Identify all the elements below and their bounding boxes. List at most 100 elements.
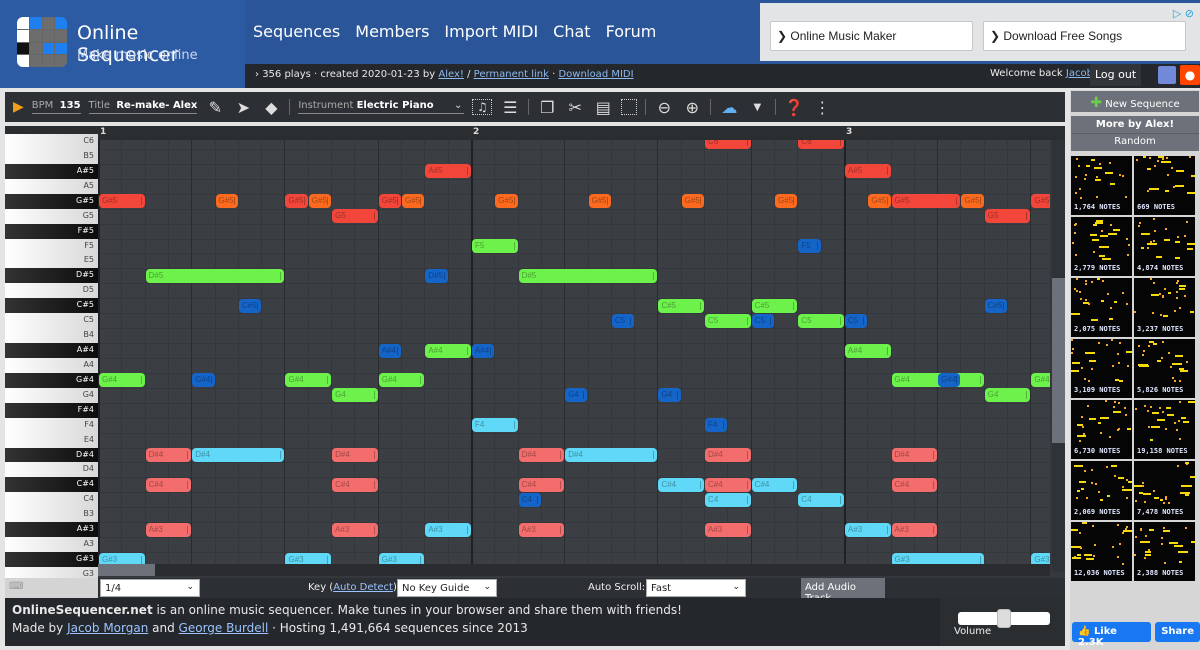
note[interactable]: G#4 (285, 373, 332, 388)
random-button[interactable]: Random (1071, 134, 1199, 151)
note[interactable]: A#4 (471, 343, 495, 358)
discord-icon[interactable] (1158, 66, 1176, 84)
note[interactable]: F4 (705, 418, 728, 433)
piano-key[interactable]: D5 (5, 283, 98, 299)
dropdown-arrow-icon[interactable]: ▼ (747, 102, 767, 113)
note[interactable]: G#5 (681, 194, 705, 209)
author-jacob-link[interactable]: Jacob Morgan (67, 621, 148, 635)
note[interactable]: G#5 (308, 194, 332, 209)
nav-sequences[interactable]: Sequences (253, 22, 340, 41)
piano-key[interactable]: D#5 (5, 268, 98, 284)
sequence-thumbnail[interactable]: 5,826 NOTES (1134, 339, 1195, 398)
note[interactable]: D#5 (145, 268, 285, 283)
facebook-like-button[interactable]: 👍 Like 2.3K (1072, 622, 1152, 648)
note[interactable]: G5 (984, 209, 1031, 224)
piano-key[interactable]: A#4 (5, 343, 98, 359)
note[interactable]: A#5 (844, 164, 891, 179)
note[interactable]: A#3 (844, 522, 891, 537)
sequence-thumbnail[interactable]: 3,237 NOTES (1134, 278, 1195, 337)
sequence-thumbnail[interactable]: 7,478 NOTES (1134, 461, 1195, 520)
reddit-icon[interactable]: ● (1180, 65, 1200, 85)
note[interactable]: G#5 (402, 194, 425, 209)
note[interactable]: A#3 (518, 522, 565, 537)
note[interactable]: G4 (565, 388, 588, 403)
sequence-thumbnail[interactable]: 669 NOTES (1134, 156, 1195, 215)
logout-button[interactable]: Log out (1090, 64, 1142, 86)
piano-key[interactable]: E4 (5, 432, 98, 449)
sequence-thumbnail[interactable]: 1,764 NOTES (1071, 156, 1132, 215)
piano-key[interactable]: G#5 (5, 193, 98, 210)
note[interactable]: A#3 (425, 522, 471, 537)
note[interactable]: C4 (798, 492, 844, 507)
piano-key[interactable]: A4 (5, 357, 98, 374)
piano-key[interactable]: C#4 (5, 477, 98, 493)
piano-key[interactable]: A5 (5, 178, 98, 195)
sequence-thumbnail[interactable]: 2,069 NOTES (1071, 461, 1132, 520)
note[interactable]: D#4 (565, 448, 658, 463)
vertical-scrollbar[interactable] (1052, 140, 1065, 572)
paste-icon[interactable]: ▤ (593, 98, 613, 117)
key-guide-select[interactable]: No Key Guide ⌄ (397, 579, 497, 597)
bpm-field[interactable]: BPM 135 (31, 100, 81, 114)
ad-download-free-songs[interactable]: ❯ Download Free Songs (983, 21, 1186, 51)
nav-members[interactable]: Members (355, 22, 429, 41)
author-link[interactable]: Alex! (438, 69, 464, 80)
author-george-link[interactable]: George Burdell (179, 621, 269, 635)
volume-slider[interactable] (958, 609, 1050, 628)
sequence-thumbnail[interactable]: 19,158 NOTES (1134, 400, 1195, 459)
cut-icon[interactable]: ✂ (565, 98, 585, 117)
note[interactable]: G#5 (868, 194, 891, 209)
note[interactable]: G#5 (1031, 194, 1050, 209)
piano-key[interactable]: G#4 (5, 372, 98, 389)
piano-key[interactable]: C#5 (5, 298, 98, 314)
note[interactable]: G#5 (285, 194, 308, 209)
note[interactable]: D#4 (891, 448, 938, 463)
piano-key[interactable]: G4 (5, 387, 98, 404)
piano-key[interactable]: B5 (5, 148, 98, 165)
note[interactable]: D#4 (145, 448, 192, 463)
note[interactable]: F4 (471, 418, 518, 433)
note[interactable]: C#5 (238, 298, 262, 313)
nav-forum[interactable]: Forum (606, 22, 657, 41)
instrument-select[interactable]: Instrument Electric Piano ⌄ (298, 100, 465, 114)
note[interactable]: C#4 (332, 477, 378, 492)
note[interactable]: C4 (705, 492, 751, 507)
note-grid[interactable]: C6 C6 A#5 A#5 G#5 G#5 G#5 G#5 G#5 G#5 G#5 G#5 G#5 G#5… (98, 140, 1050, 572)
piano-key[interactable]: G#3 (5, 552, 98, 568)
note[interactable]: G#4 (192, 373, 215, 388)
username-link[interactable]: Jacob (1066, 68, 1093, 79)
note[interactable]: G#5 (495, 194, 518, 209)
ad-choices-icon[interactable]: ▷ ⊘ (1173, 7, 1194, 20)
note[interactable]: C5 (798, 313, 844, 328)
note[interactable]: C#4 (658, 477, 705, 492)
volume-slider-thumb[interactable] (997, 609, 1011, 628)
piano-key[interactable]: C6 (5, 134, 98, 150)
sequence-thumbnail[interactable]: 2,388 NOTES (1134, 522, 1195, 581)
nav-chat[interactable]: Chat (553, 22, 590, 41)
note[interactable]: C5 (611, 313, 635, 328)
help-icon[interactable]: ❓ (784, 98, 804, 117)
note[interactable]: C#5 (984, 298, 1008, 313)
note[interactable]: A#3 (891, 522, 938, 537)
note[interactable]: G4 (332, 388, 378, 403)
note[interactable]: G#5 (961, 194, 984, 209)
piano-key[interactable]: F#4 (5, 402, 98, 419)
sequence-thumbnail[interactable]: 12,036 NOTES (1071, 522, 1132, 581)
note[interactable]: F5 (471, 239, 518, 253)
note[interactable]: G4 (658, 388, 681, 403)
permanent-link[interactable]: Permanent link (474, 69, 549, 80)
note[interactable]: A#4 (425, 343, 471, 358)
sequence-thumbnail[interactable]: 6,730 NOTES (1071, 400, 1132, 459)
title-field[interactable]: Title Re-make- Alex (88, 100, 198, 114)
more-by-author-button[interactable]: More by Alex! (1071, 116, 1199, 134)
note[interactable]: C#5 (658, 298, 705, 313)
note[interactable]: A#5 (425, 164, 471, 179)
timeline-ruler[interactable]: 1 2 3 (5, 126, 1065, 140)
note[interactable]: G#5 (378, 194, 402, 209)
cloud-upload-icon[interactable]: ☁ (719, 98, 739, 117)
piano-key[interactable]: B4 (5, 328, 98, 344)
horizontal-scrollbar[interactable] (98, 564, 1050, 576)
note[interactable]: G#4 (378, 373, 425, 388)
piano-key[interactable]: F5 (5, 238, 98, 254)
new-sequence-button[interactable]: ✚ New Sequence (1071, 91, 1199, 112)
